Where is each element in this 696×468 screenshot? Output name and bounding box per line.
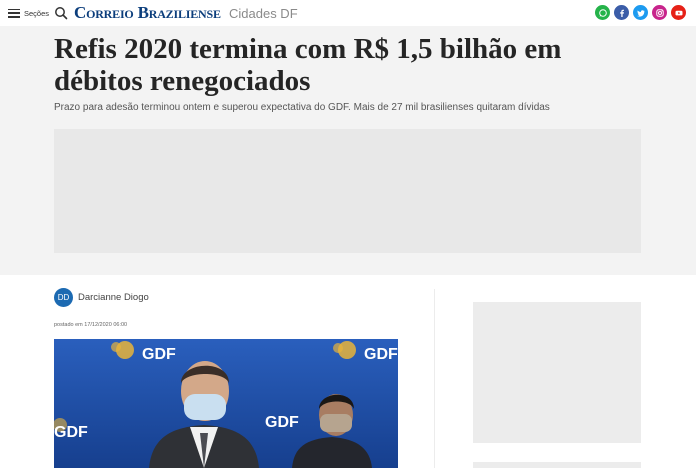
author-avatar: DD <box>54 288 73 307</box>
youtube-icon[interactable] <box>671 5 686 20</box>
photo-banner-text: GDF <box>265 414 299 431</box>
photo-banner-text: GDF <box>54 424 88 441</box>
sections-menu-label: Seções <box>24 8 50 18</box>
article-photo[interactable]: GDF GDF GDF GDF <box>54 339 398 468</box>
whatsapp-icon[interactable] <box>595 5 610 20</box>
section-link[interactable]: Cidades DF <box>229 6 298 21</box>
ad-banner-placeholder[interactable] <box>54 129 641 253</box>
column-divider <box>434 289 435 468</box>
photo-banner-text: GDF <box>142 346 176 363</box>
article-title: Refis 2020 termina com R$ 1,5 bilhão em … <box>54 33 562 97</box>
author-byline[interactable]: DD Darcianne Diogo <box>54 288 149 307</box>
sidebar-ad-placeholder[interactable] <box>473 462 641 468</box>
site-logo[interactable]: Correio Braziliense <box>74 3 221 23</box>
top-bar: Seções Correio Braziliense Cidades DF <box>0 0 696 26</box>
instagram-icon[interactable] <box>652 5 667 20</box>
article-hero: Refis 2020 termina com R$ 1,5 bilhão em … <box>0 26 696 275</box>
post-date: postado em 17/12/2020 06:00 <box>54 322 128 328</box>
sidebar-ad-placeholder[interactable] <box>473 302 641 443</box>
hamburger-icon <box>8 8 20 18</box>
photo-banner-text: GDF <box>364 346 398 363</box>
search-icon[interactable] <box>54 6 68 20</box>
facebook-icon[interactable] <box>614 5 629 20</box>
author-name: Darcianne Diogo <box>78 292 149 303</box>
article-subtitle: Prazo para adesão terminou ontem e super… <box>54 102 550 113</box>
sections-menu-button[interactable]: Seções <box>8 6 49 20</box>
article-body: DD Darcianne Diogo postado em 17/12/2020… <box>0 275 696 468</box>
twitter-icon[interactable] <box>633 5 648 20</box>
